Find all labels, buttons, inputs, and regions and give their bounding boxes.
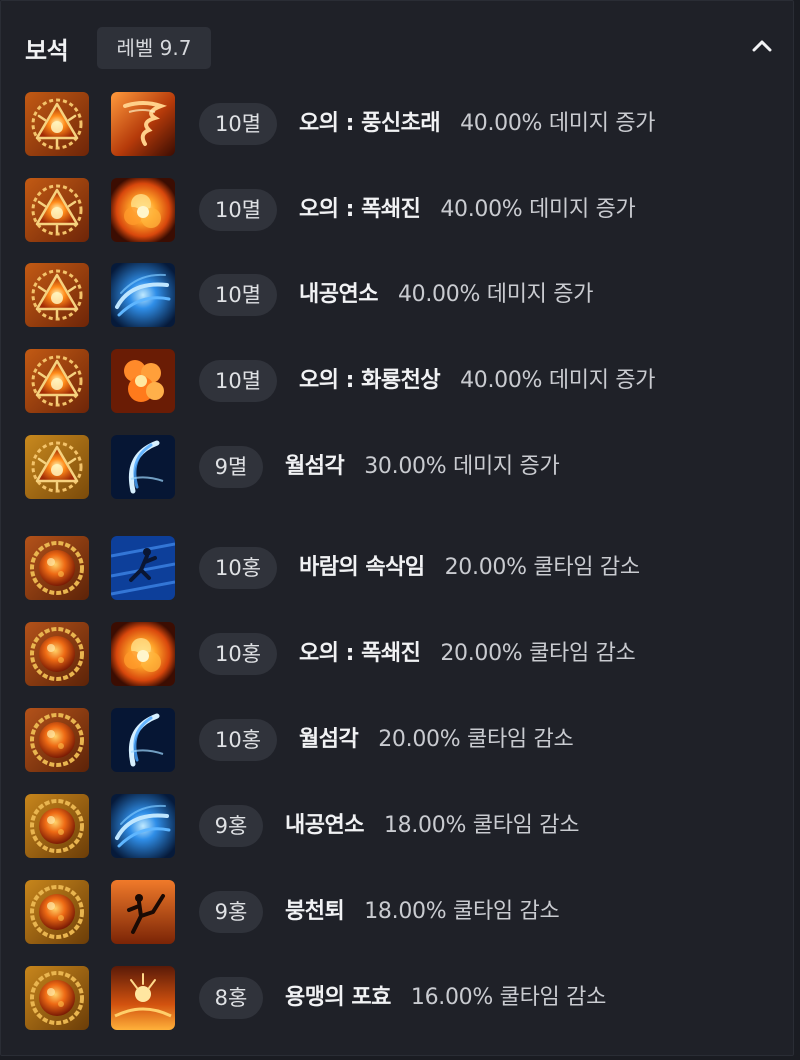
gem-level-badge: 레벨 9.7 [97,27,211,69]
explosion-skill-icon [111,622,175,686]
crimson-flame-gem-icon [25,794,89,858]
crimson-flame-gem-icon [25,536,89,600]
gem-grade-badge: 10홍 [199,719,277,761]
fire-dragon-skill-icon [111,349,175,413]
skill-name: 오의 : 풍신초래 [299,111,441,136]
panel-title: 보석 [25,37,69,65]
annihilation-gem-icon [25,178,89,242]
sky-kick-skill-icon [111,880,175,944]
skill-name: 월섬각 [299,727,359,752]
gem-effect: 20.00% 쿨타임 감소 [440,641,636,666]
gem-grade-badge: 8홍 [199,977,263,1019]
wind-dash-skill-icon [111,536,175,600]
gem-effect-line: 오의 : 폭쇄진 20.00% 쿨타임 감소 [299,619,636,689]
blue-swirl-skill-icon [111,794,175,858]
crimson-flame-gem-icon [25,622,89,686]
gem-row[interactable]: 10홍 월섬각 20.00% 쿨타임 감소 [1,705,793,775]
chevron-up-icon[interactable] [745,31,779,61]
gem-grade-badge: 9홍 [199,891,263,933]
crimson-flame-gem-icon [25,966,89,1030]
gem-effect: 40.00% 데미지 증가 [460,368,656,393]
roar-skill-icon [111,966,175,1030]
gem-effect-line: 월섬각 20.00% 쿨타임 감소 [299,705,574,775]
gem-effect: 40.00% 데미지 증가 [460,111,656,136]
gem-effect: 40.00% 데미지 증가 [440,197,636,222]
skill-name: 용맹의 포효 [285,985,391,1010]
panel-header[interactable]: 보석 레벨 9.7 [1,1,793,91]
gem-effect-line: 오의 : 화룡천상 40.00% 데미지 증가 [299,346,656,416]
gem-effect: 20.00% 쿨타임 감소 [378,727,574,752]
gem-grade-badge: 10멸 [199,274,277,316]
gem-effect-line: 오의 : 풍신초래 40.00% 데미지 증가 [299,89,656,159]
explosion-skill-icon [111,178,175,242]
gem-effect-line: 내공연소 18.00% 쿨타임 감소 [285,791,579,861]
crimson-flame-gem-icon [25,880,89,944]
gem-row[interactable]: 10멸 내공연소 40.00% 데미지 증가 [1,260,793,330]
skill-name: 오의 : 폭쇄진 [299,197,421,222]
gem-row[interactable]: 8홍 용맹의 포효 16.00% 쿨타임 감소 [1,963,793,1033]
gem-row[interactable]: 10멸 오의 : 풍신초래 40.00% 데미지 증가 [1,89,793,159]
gem-row[interactable]: 9멸 월섬각 30.00% 데미지 증가 [1,432,793,502]
gem-effect-line: 내공연소 40.00% 데미지 증가 [299,260,593,330]
gem-row[interactable]: 10홍 바람의 속삭임 20.00% 쿨타임 감소 [1,533,793,603]
annihilation-gem-icon [25,435,89,499]
gem-grade-badge: 10멸 [199,103,277,145]
crescent-kick-skill-icon [111,708,175,772]
gem-effect: 18.00% 쿨타임 감소 [364,899,560,924]
gem-effect: 18.00% 쿨타임 감소 [383,813,580,838]
gem-effect: 40.00% 데미지 증가 [397,282,594,307]
gem-row[interactable]: 9홍 내공연소 18.00% 쿨타임 감소 [1,791,793,861]
skill-name: 오의 : 폭쇄진 [299,641,421,666]
gem-panel: 보석 레벨 9.7 10멸 오의 : 풍신초래 40.00% 데미지 증가 10멸 [0,0,794,1056]
gem-row[interactable]: 9홍 붕천퇴 18.00% 쿨타임 감소 [1,877,793,947]
gem-effect-line: 용맹의 포효 16.00% 쿨타임 감소 [285,963,606,1033]
gem-effect: 16.00% 쿨타임 감소 [410,985,607,1010]
crescent-kick-skill-icon [111,435,175,499]
gem-effect-line: 오의 : 폭쇄진 40.00% 데미지 증가 [299,175,636,245]
skill-name: 오의 : 화룡천상 [299,368,441,393]
skill-name: 월섬각 [285,454,345,479]
annihilation-gem-icon [25,349,89,413]
gem-effect-line: 월섬각 30.00% 데미지 증가 [285,432,560,502]
gem-grade-badge: 9홍 [199,805,263,847]
gem-grade-badge: 10홍 [199,547,277,589]
gem-effect: 20.00% 쿨타임 감소 [444,555,640,580]
tornado-skill-icon [111,92,175,156]
annihilation-gem-icon [25,92,89,156]
skill-name: 내공연소 [299,282,378,307]
gem-grade-badge: 10홍 [199,633,277,675]
gem-effect-line: 붕천퇴 18.00% 쿨타임 감소 [285,877,560,947]
crimson-flame-gem-icon [25,708,89,772]
annihilation-gem-icon [25,263,89,327]
skill-name: 바람의 속삭임 [299,555,425,580]
skill-name: 붕천퇴 [285,899,345,924]
gem-effect-line: 바람의 속삭임 20.00% 쿨타임 감소 [299,533,640,603]
gem-effect: 30.00% 데미지 증가 [364,454,560,479]
gem-row[interactable]: 10멸 오의 : 폭쇄진 40.00% 데미지 증가 [1,175,793,245]
skill-name: 내공연소 [285,813,364,838]
gem-row[interactable]: 10멸 오의 : 화룡천상 40.00% 데미지 증가 [1,346,793,416]
gem-grade-badge: 10멸 [199,189,277,231]
blue-swirl-skill-icon [111,263,175,327]
gem-grade-badge: 9멸 [199,446,263,488]
gem-grade-badge: 10멸 [199,360,277,402]
gem-row[interactable]: 10홍 오의 : 폭쇄진 20.00% 쿨타임 감소 [1,619,793,689]
